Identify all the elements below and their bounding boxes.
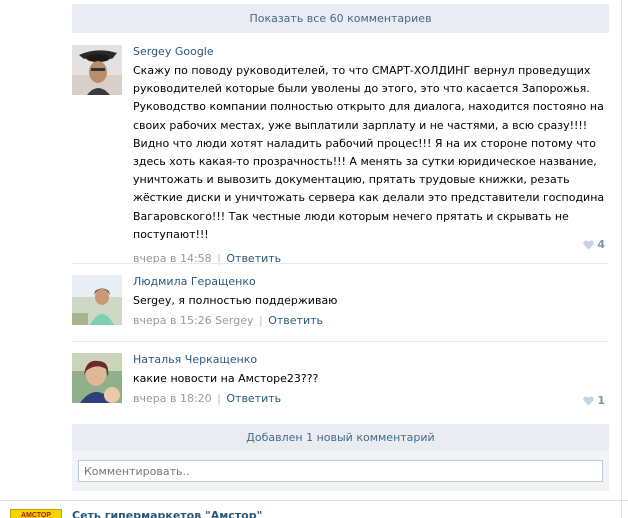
reply-button[interactable]: Ответить [268,314,323,327]
reply-addressee[interactable]: Sergey [215,314,253,327]
comment-meta: вчера в 15:26 Sergey | Ответить [133,314,609,328]
comment-input[interactable] [78,460,603,482]
next-post-logo[interactable]: АМСТОР [10,509,62,518]
comment-composer [72,451,609,491]
divider [72,263,609,264]
comment-author[interactable]: Людмила Геращенко [133,275,609,289]
avatar[interactable] [72,275,122,325]
new-comments-notice[interactable]: Добавлен 1 новый комментарий [72,424,609,451]
page-edge-line [621,0,622,518]
next-post-title[interactable]: Сеть гипермаркетов "Амстор" [72,509,262,518]
comment-meta: вчера в 18:20 | Ответить [133,392,609,406]
comment-item: Людмила Геращенко Sergey, я полностью по… [72,275,609,333]
heart-icon [583,396,595,405]
comment-time[interactable]: вчера в 18:20 [133,392,212,405]
show-all-comments-button[interactable]: Показать все 60 комментариев [72,4,609,33]
comment-author[interactable]: Наталья Черкащенко [133,353,609,367]
comment-item: Наталья Черкащенко какие новости на Амст… [72,353,609,413]
post-separator [0,500,628,501]
avatar[interactable] [72,45,122,95]
divider [72,341,609,342]
comment-text: Скажу по поводу руководителей, то что СМ… [133,64,605,241]
avatar[interactable] [72,353,122,403]
meta-separator: | [259,314,263,328]
like-button[interactable]: 4 [583,238,605,251]
reply-button[interactable]: Ответить [226,392,281,405]
comment-text: какие новости на Амсторе23??? [133,372,319,385]
comment-text: Sergey, я полностью поддерживаю [133,294,338,307]
heart-icon [583,240,595,249]
comment-item: Sergey Google Скажу по поводу руководите… [72,45,609,265]
like-count: 1 [597,394,605,407]
like-button[interactable]: 1 [583,394,605,407]
comment-author[interactable]: Sergey Google [133,45,609,59]
comment-time[interactable]: вчера в 15:26 [133,314,212,327]
meta-separator: | [217,392,221,406]
like-count: 4 [597,238,605,251]
